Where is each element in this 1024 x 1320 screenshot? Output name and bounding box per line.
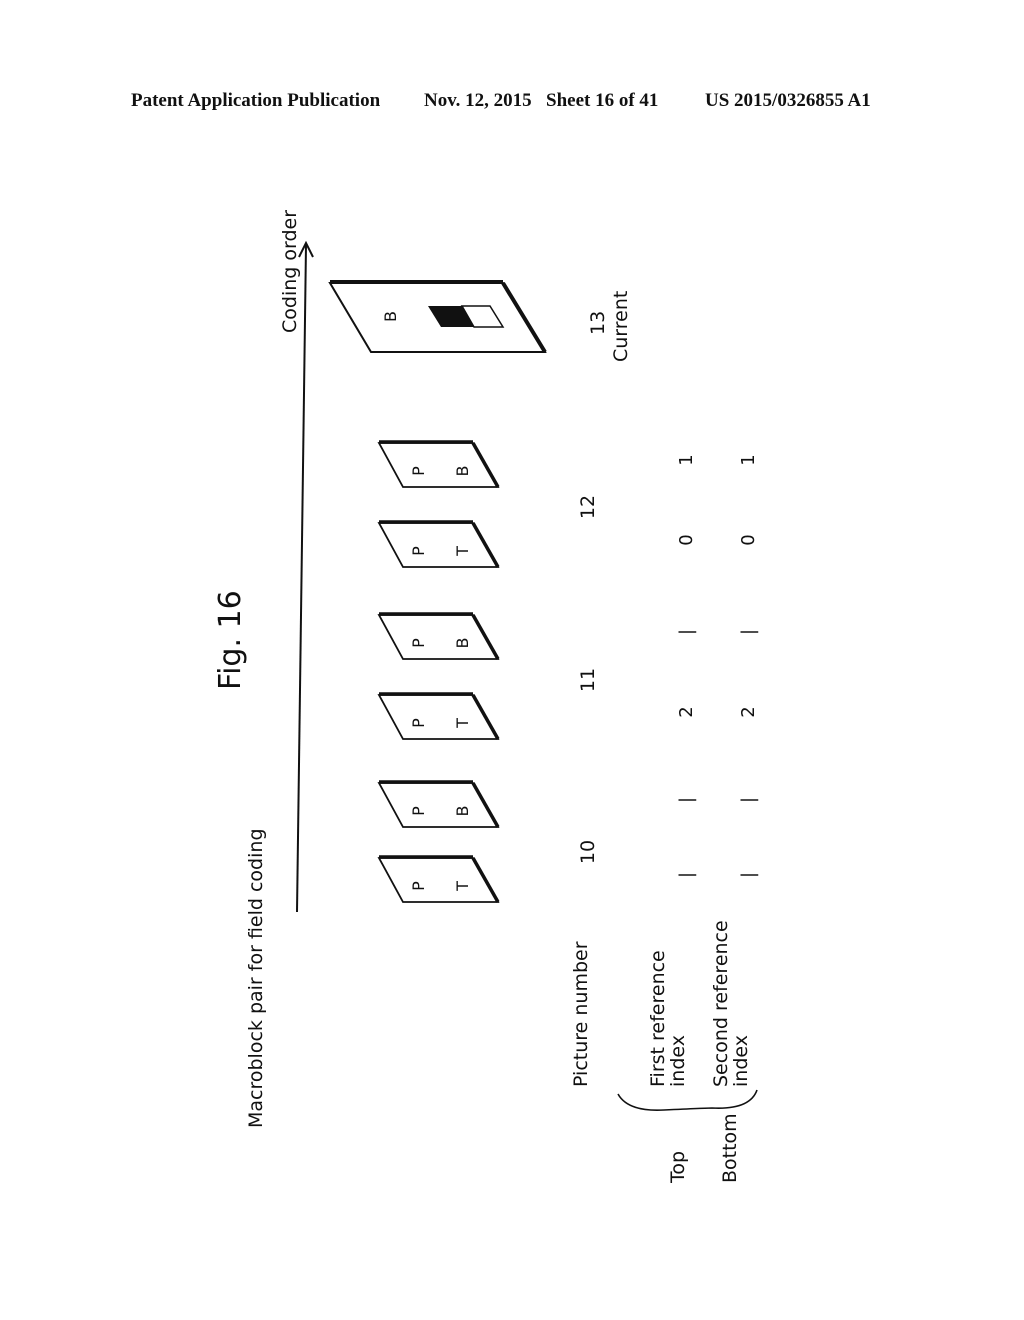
figure-16: Fig. 16 Macroblock pair for field coding…: [213, 210, 759, 1184]
field-picture: PB: [377, 780, 500, 828]
second-reference-value: |: [738, 872, 759, 878]
figure-title: Fig. 16: [213, 590, 248, 690]
field-parity-label: B: [453, 806, 472, 817]
top-label: Top: [667, 1151, 689, 1184]
second-reference-value: 0: [738, 534, 759, 545]
brace-icon: [617, 1089, 758, 1111]
picture-type-label: P: [409, 638, 428, 648]
field-frame: [377, 442, 500, 488]
bottom-label: Bottom: [719, 1113, 741, 1183]
field-frame: [377, 782, 500, 828]
picture-type-label: P: [409, 881, 428, 891]
field-parity-label: B: [453, 638, 472, 649]
field-frame: [377, 694, 500, 740]
current-picture: B: [328, 280, 547, 354]
current-picture-number: 13: [587, 311, 609, 335]
first-reference-value: 0: [676, 534, 697, 545]
field-picture: PT: [377, 692, 500, 740]
first-reference-value: 1: [676, 454, 697, 465]
second-reference-value: 1: [738, 454, 759, 465]
first-reference-value: |: [676, 629, 697, 635]
first-reference-value: 2: [676, 706, 697, 717]
field-parity-label: T: [453, 718, 472, 729]
reference-index-values: | || |102 2| |110 01 112: [577, 454, 759, 878]
field-parity-label: B: [453, 466, 472, 477]
first-reference-label-line2: index: [667, 1035, 689, 1087]
field-picture: PB: [377, 440, 500, 488]
second-reference-label-line1: Second reference: [710, 920, 732, 1087]
field-frame: [377, 857, 500, 903]
current-label: Current: [610, 291, 632, 362]
field-picture: PT: [377, 855, 500, 903]
picture-type-label: B: [381, 311, 400, 322]
picture-number-value: 10: [577, 840, 599, 864]
picture-type-label: P: [409, 546, 428, 556]
second-reference-label-line2: index: [730, 1035, 752, 1087]
coding-order-axis: [296, 244, 307, 913]
picture-number-value: 11: [577, 668, 599, 692]
field-pictures: P TP BP TP BP TP B: [377, 440, 500, 903]
field-picture: PB: [377, 612, 500, 660]
picture-number-label: Picture number: [570, 941, 592, 1087]
field-parity-label: T: [453, 881, 472, 892]
caption-label: Macroblock pair for field coding: [245, 828, 267, 1128]
second-reference-value: |: [738, 797, 759, 803]
field-picture: PT: [377, 520, 500, 568]
field-frame: [377, 522, 500, 568]
field-parity-label: T: [453, 546, 472, 557]
picture-type-label: P: [409, 806, 428, 816]
first-reference-label-line1: First reference: [647, 950, 669, 1087]
field-frame: [377, 614, 500, 660]
picture-type-label: P: [409, 718, 428, 728]
axis-label: Coding order: [279, 210, 301, 333]
picture-type-label: P: [409, 466, 428, 476]
first-reference-value: |: [676, 797, 697, 803]
first-reference-value: |: [676, 872, 697, 878]
second-reference-value: 2: [738, 706, 759, 717]
second-reference-value: |: [738, 629, 759, 635]
picture-number-value: 12: [577, 495, 599, 519]
